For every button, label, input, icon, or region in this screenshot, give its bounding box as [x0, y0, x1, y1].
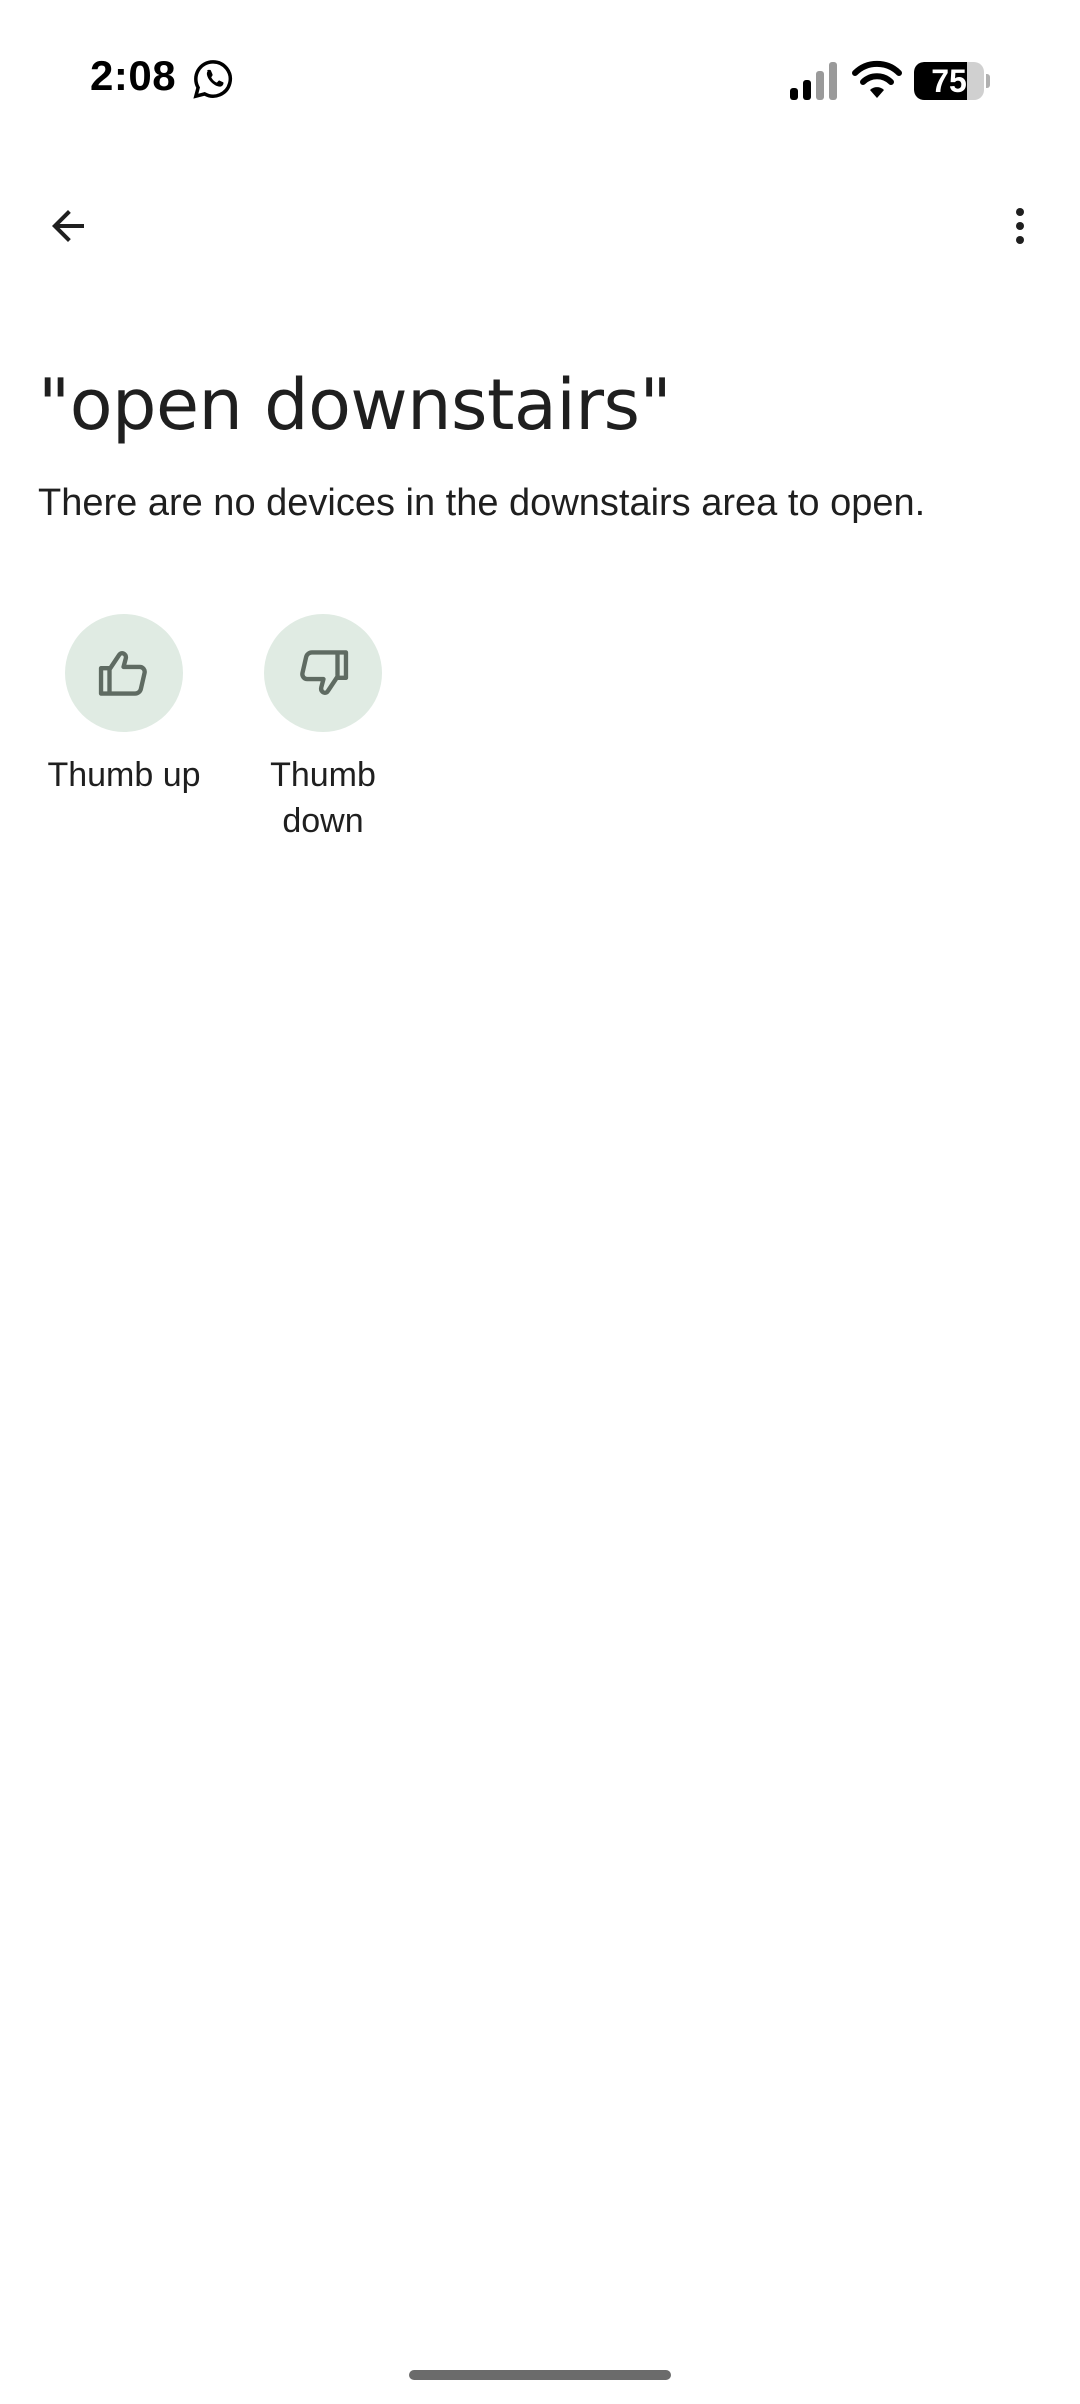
thumb-down-label: Thumb down [270, 756, 376, 840]
home-indicator[interactable] [409, 2370, 671, 2380]
wifi-icon [852, 60, 902, 98]
thumb-down-circle[interactable] [264, 614, 382, 732]
whatsapp-icon [193, 60, 233, 99]
status-time: 2:08 [90, 52, 177, 99]
cellular-signal-icon [790, 62, 837, 100]
thumb-up-label: Thumb up [47, 756, 201, 794]
battery-body: 75 [914, 62, 984, 100]
thumb-up-icon [98, 651, 147, 696]
more-options-button[interactable] [984, 190, 1056, 262]
thumb-down-button[interactable]: Thumb down [223, 614, 423, 844]
response-text: There are no devices in the downstairs a… [38, 482, 926, 524]
arrow-back-icon [52, 210, 84, 242]
thumb-up-circle[interactable] [65, 614, 183, 732]
battery-indicator: 75 [914, 62, 990, 100]
battery-level: 75 [931, 63, 967, 99]
thumb-up-button[interactable]: Thumb up [24, 614, 224, 798]
more-vert-icon [1016, 208, 1024, 244]
query-title: "open downstairs" [38, 364, 672, 446]
back-button[interactable] [32, 190, 104, 262]
thumb-down-icon [300, 650, 349, 695]
status-bar: 2:08 75 [0, 0, 1080, 160]
battery-tip [986, 74, 990, 88]
